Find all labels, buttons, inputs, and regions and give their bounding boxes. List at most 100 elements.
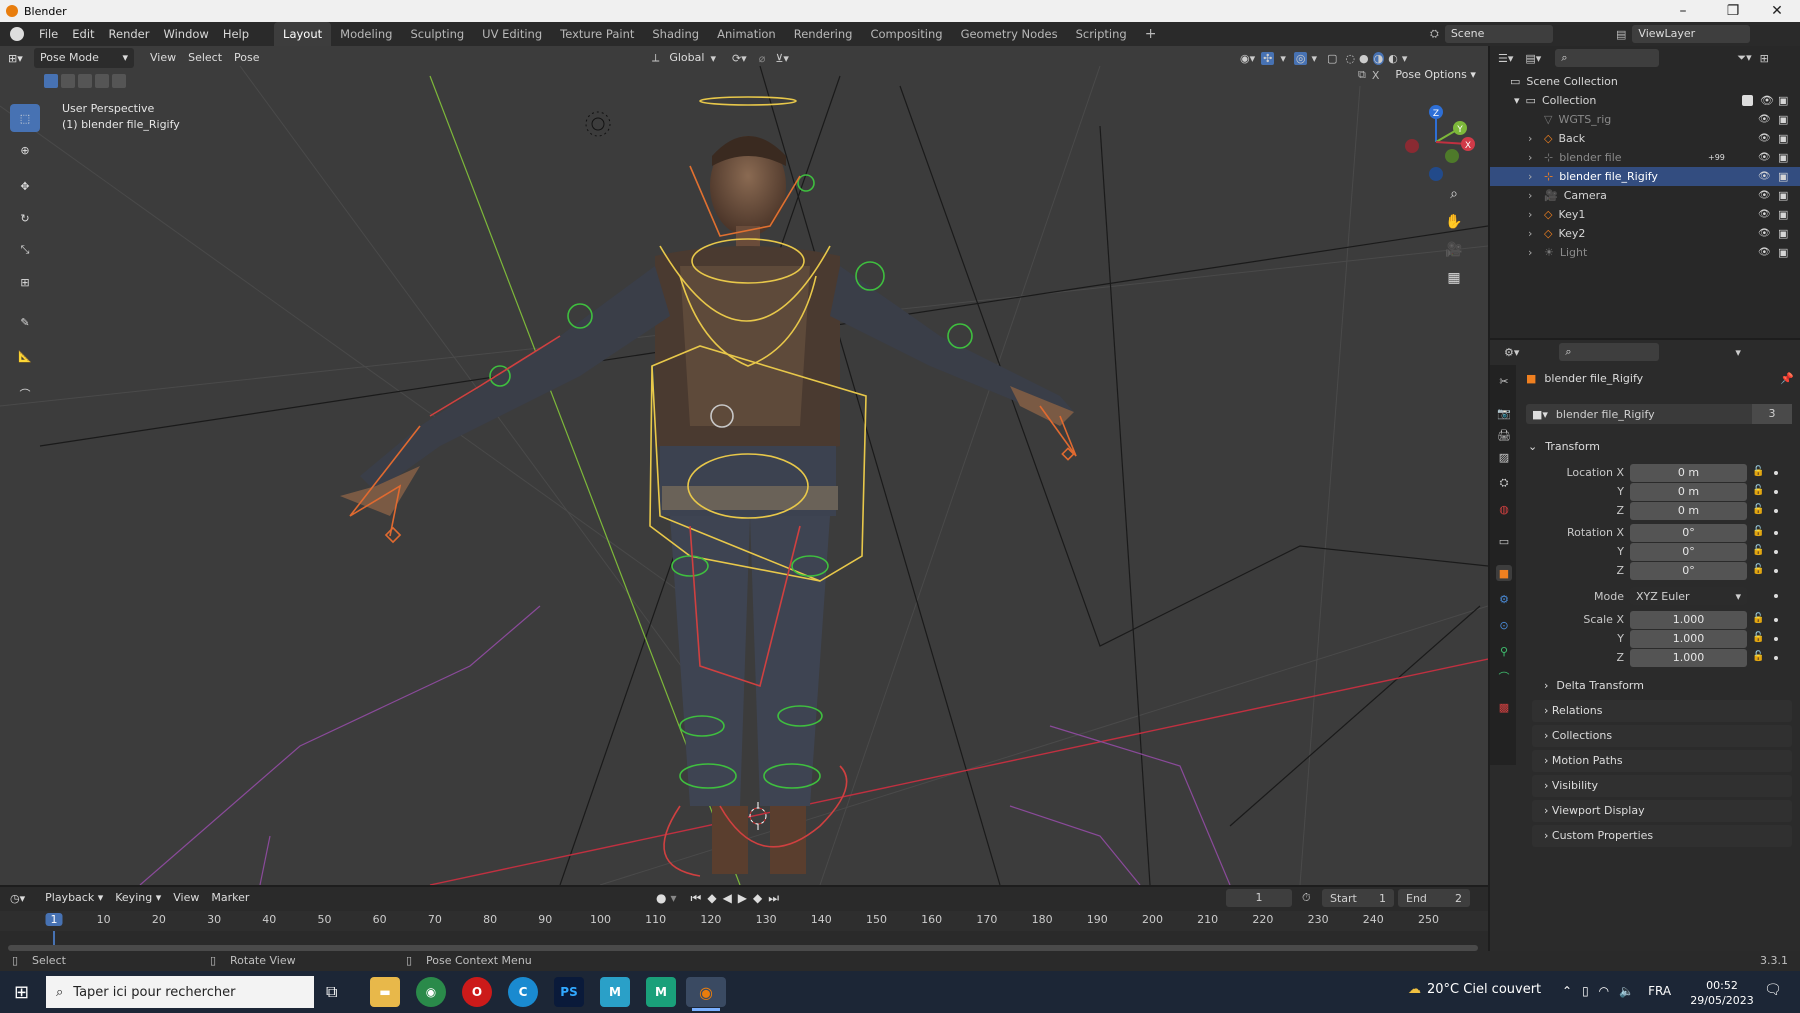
outliner-item-blender-file-rigify[interactable]: › ⊹ blender file_Rigify 👁 ▣ [1490,167,1800,186]
unlock-icon[interactable]: 🔓 [1752,651,1764,663]
pivot-icon[interactable]: ⟳▾ [732,52,747,65]
transform-orientation[interactable]: ⟂ Global ▾ ⟳▾ ⌀ ⊻▾ [652,48,789,68]
new-collection-icon[interactable]: ⊞ [1760,52,1769,65]
unlock-icon[interactable]: 🔓 [1752,564,1764,576]
editor-type-icon[interactable]: ⚙▾ [1504,346,1519,359]
rotation-z-field[interactable]: 0° [1630,562,1747,580]
snap-pose-icon[interactable]: ⧉ [1358,68,1366,82]
chevron-down-icon[interactable]: ▾ [1402,52,1408,65]
gizmo-toggle-icon[interactable]: ✣ [1261,51,1275,65]
keying-menu[interactable]: Keying ▾ [109,888,167,908]
current-frame-field[interactable]: 1 [1226,889,1292,907]
tab-geometry-nodes[interactable]: Geometry Nodes [952,22,1067,46]
panel-custom-properties[interactable]: › Custom Properties [1532,825,1792,847]
chevron-down-icon[interactable]: ▾ [670,891,676,905]
c-app-icon[interactable]: C [508,977,538,1007]
disclosure-triangle-icon[interactable]: › [1528,227,1540,240]
eye-icon[interactable]: 👁 [1760,94,1774,107]
tab-sculpting[interactable]: Sculpting [401,22,473,46]
select-subtract-icon[interactable] [78,74,92,88]
render-tab-icon[interactable]: 📷 [1496,405,1512,421]
view-layer-tab-icon[interactable]: ▨ [1496,449,1512,465]
camera-render-icon[interactable]: ▣ [1778,113,1788,126]
shading-rendered-icon[interactable]: ◐ [1388,52,1398,65]
disclosure-triangle-icon[interactable]: › [1528,151,1540,164]
keyframe-dot-icon[interactable] [1774,618,1778,622]
menu-edit[interactable]: Edit [65,22,101,46]
select-new-icon[interactable] [44,74,58,88]
menu-view[interactable]: View [144,48,182,68]
blender-menu-icon[interactable] [10,27,24,41]
keyframe-dot-icon[interactable] [1774,656,1778,660]
annotate-tool[interactable]: ✎ [10,308,40,336]
marker-menu[interactable]: Marker [205,888,255,908]
keyframe-dot-icon[interactable] [1774,471,1778,475]
tab-scripting[interactable]: Scripting [1067,22,1136,46]
clock[interactable]: 00:52 29/05/2023 [1690,978,1754,1008]
eye-icon[interactable]: 👁 [1758,114,1771,125]
start-frame-field[interactable]: Start 1 [1322,889,1394,907]
chrome-icon[interactable]: ◉ [416,977,446,1007]
play-icon[interactable]: ▶ [738,891,747,905]
volume-icon[interactable]: 🔈 [1619,984,1634,998]
outliner-item-back[interactable]: › ◇ Back 👁 ▣ [1490,129,1800,148]
editor-type-icon[interactable]: ☰▾ [1498,52,1513,65]
panel-motion-paths[interactable]: › Motion Paths [1532,750,1792,772]
scale-x-field[interactable]: 1.000 [1630,611,1747,629]
mode-dropdown[interactable]: Pose Mode ▾ [34,48,134,68]
tab-layout[interactable]: Layout [274,22,332,46]
eye-icon[interactable]: 👁 [1758,247,1771,258]
camera-render-icon[interactable]: ▣ [1778,132,1788,145]
disclosure-triangle-icon[interactable]: ▾ [1514,94,1520,107]
notification-icon[interactable]: 🗨 [1764,982,1782,998]
disclosure-triangle-icon[interactable]: › [1528,132,1540,145]
tab-modeling[interactable]: Modeling [331,22,401,46]
camera-render-icon[interactable]: ▣ [1778,94,1788,107]
stopwatch-icon[interactable]: ⏱ [1302,891,1311,905]
jump-end-icon[interactable]: ⏭ [768,891,779,906]
outliner-collection[interactable]: ▾ ▭ Collection 👁 ▣ [1490,91,1800,110]
blender-taskbar-icon[interactable]: ◉ [686,977,726,1007]
scale-z-field[interactable]: 1.000 [1630,649,1747,667]
panel-viewport-display[interactable]: › Viewport Display [1532,800,1792,822]
outliner-item-light[interactable]: › ☀ Light 👁 ▣ [1490,243,1800,262]
menu-window[interactable]: Window [156,22,215,46]
play-reverse-icon[interactable]: ◀ [723,891,732,905]
windows-start-icon[interactable]: ⊞ [14,982,29,1003]
eye-icon[interactable]: 👁 [1758,228,1771,239]
select-intersect-icon[interactable] [112,74,126,88]
rotation-y-field[interactable]: 0° [1630,543,1747,561]
camera-render-icon[interactable]: ▣ [1778,208,1788,221]
keyframe-dot-icon[interactable] [1774,550,1778,554]
cursor-tool[interactable]: ⊕ [10,136,40,164]
chevron-down-icon[interactable]: ▾ [1735,346,1741,359]
bone-tool[interactable]: ⌒ [10,380,40,408]
tab-compositing[interactable]: Compositing [861,22,951,46]
playback-menu[interactable]: Playback ▾ [39,888,109,908]
menu-select[interactable]: Select [182,48,228,68]
tool-tab-icon[interactable]: ✂ [1496,373,1512,389]
proportional-icon[interactable]: ⊻▾ [775,52,789,65]
transform-tool[interactable]: ⊞ [10,268,40,296]
keyframe-dot-icon[interactable] [1774,594,1778,598]
disclosure-triangle-icon[interactable]: › [1528,170,1540,183]
pan-hand-icon[interactable]: ✋ [1444,208,1464,236]
panel-relations[interactable]: › Relations [1532,700,1792,722]
menu-help[interactable]: Help [216,22,256,46]
disclosure-triangle-icon[interactable]: › [1528,246,1540,259]
display-mode-icon[interactable]: ▤▾ [1525,52,1541,65]
scale-tool[interactable]: ⤡ [10,236,40,264]
viewlayer-field[interactable]: ViewLayer [1632,25,1751,43]
panel-visibility[interactable]: › Visibility [1532,775,1792,797]
menu-file[interactable]: File [32,22,65,46]
playhead[interactable]: 1 [45,913,63,926]
tablet-icon[interactable]: ▯ [1582,984,1589,998]
datablock-selector[interactable]: ■▾ blender file_Rigify 3 [1526,404,1792,424]
filter-icon[interactable]: ⏷▾ [1737,51,1751,65]
visibility-icon[interactable]: ◉▾ [1240,52,1255,65]
add-workspace-button[interactable]: + [1136,22,1166,46]
editor-type-icon[interactable]: ⊞▾ [8,52,34,65]
scene-field[interactable]: Scene [1444,25,1553,43]
tab-rendering[interactable]: Rendering [785,22,862,46]
navigation-gizmo[interactable]: Z Y X [1396,102,1476,182]
